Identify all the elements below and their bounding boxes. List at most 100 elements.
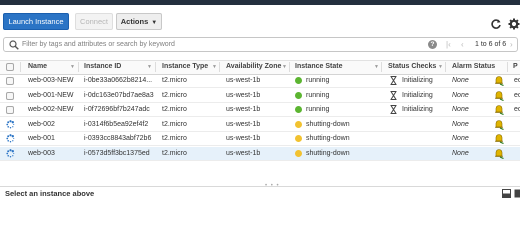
first-page-icon[interactable]: |‹ xyxy=(446,40,451,50)
column-header-instance-id[interactable]: Instance ID xyxy=(84,63,121,70)
loading-spinner-icon xyxy=(6,149,15,158)
split-panel-icon[interactable] xyxy=(502,189,511,198)
table-row[interactable]: web-001-NEW i-0dc163e07bd7ae8a3 t2.micro us… xyxy=(0,89,520,103)
row-checkbox[interactable] xyxy=(6,106,14,115)
search-input[interactable]: Filter by tags and attributes or search … xyxy=(22,41,175,48)
sort-icon[interactable]: ▼ xyxy=(438,64,443,70)
row-checkbox[interactable] xyxy=(6,77,14,85)
actions-button[interactable]: Actions ▼ xyxy=(116,13,162,30)
availability-zone: us-west-1b xyxy=(226,135,261,143)
availability-zone: us-west-1b xyxy=(226,150,261,157)
instance-name: web-002 xyxy=(28,120,55,128)
create-alarm-icon[interactable] xyxy=(494,133,504,145)
sort-icon[interactable]: ▼ xyxy=(282,64,287,70)
hourglass-icon xyxy=(390,105,397,115)
instance-type: t2.micro xyxy=(162,77,187,84)
state-indicator-icon xyxy=(295,77,302,84)
connect-button[interactable]: Connect xyxy=(75,13,113,30)
table-row[interactable]: web-002 i-0314f6b5ea92ef4f2 t2.micro us-wes… xyxy=(0,118,520,132)
column-header-name[interactable]: Name xyxy=(28,63,47,70)
pagination-text: 1 to 6 of 6 xyxy=(475,41,507,48)
refresh-icon[interactable] xyxy=(490,18,502,30)
status-checks-text: Initializing xyxy=(402,91,433,99)
instance-type: t2.micro xyxy=(162,106,187,114)
instance-id: i-0f72696bf7b247adc xyxy=(84,106,150,114)
instance-state: shutting-down xyxy=(306,135,350,143)
help-icon[interactable]: ? xyxy=(428,40,437,49)
column-header-instance-type[interactable]: Instance Type xyxy=(162,63,208,70)
sort-icon[interactable]: ▼ xyxy=(374,64,379,70)
state-indicator-icon xyxy=(295,106,302,114)
instance-name: web-001 xyxy=(28,135,55,143)
toolbar: Launch Instance Connect Actions ▼ xyxy=(0,5,520,34)
alarm-status: None xyxy=(452,150,469,157)
column-divider xyxy=(219,62,220,72)
instance-state: running xyxy=(306,106,330,114)
public-dns: ec xyxy=(514,77,520,84)
hourglass-icon xyxy=(390,76,397,85)
column-header-alarm-status[interactable]: Alarm Status xyxy=(452,63,495,70)
sort-icon[interactable]: ▼ xyxy=(212,64,217,70)
loading-spinner-icon xyxy=(6,134,15,143)
instance-name: web-003-NEW xyxy=(28,77,74,84)
sort-icon[interactable]: ▼ xyxy=(147,64,152,70)
column-header-status-checks[interactable]: Status Checks xyxy=(388,63,436,70)
state-indicator-icon xyxy=(295,91,302,99)
table-row[interactable]: web-002-NEW i-0f72696bf7b247adc t2.micro us… xyxy=(0,103,520,118)
column-divider xyxy=(445,62,446,72)
alarm-status: None xyxy=(452,91,469,99)
availability-zone: us-west-1b xyxy=(226,77,261,84)
instance-state: shutting-down xyxy=(306,120,350,128)
instance-id: i-0393cc8843abf72b6 xyxy=(84,135,152,143)
public-dns: ec xyxy=(514,106,520,114)
status-checks-text: Initializing xyxy=(402,77,433,84)
maximize-panel-icon[interactable] xyxy=(514,189,520,198)
instance-state: running xyxy=(306,77,330,84)
select-all-checkbox[interactable] xyxy=(6,63,14,71)
state-indicator-icon xyxy=(295,120,302,128)
alarm-status: None xyxy=(452,106,469,114)
row-checkbox[interactable] xyxy=(6,91,14,100)
launch-instance-button[interactable]: Launch Instance xyxy=(3,13,69,30)
column-header-public-dns[interactable]: P xyxy=(513,63,518,70)
create-alarm-icon[interactable] xyxy=(494,104,504,116)
panel-divider xyxy=(0,186,520,187)
column-divider xyxy=(155,62,156,72)
create-alarm-icon[interactable] xyxy=(494,148,504,159)
loading-spinner-icon xyxy=(6,119,15,129)
actions-label: Actions xyxy=(120,17,149,26)
instance-id: i-0be33a0662b8214... xyxy=(84,77,153,84)
detail-panel-message: Select an instance above xyxy=(5,189,95,198)
column-divider xyxy=(381,62,382,72)
create-alarm-icon[interactable] xyxy=(494,90,504,101)
availability-zone: us-west-1b xyxy=(226,91,261,99)
sort-icon[interactable]: ▼ xyxy=(70,64,75,70)
instance-name: web-003 xyxy=(28,150,55,157)
column-divider xyxy=(289,62,290,72)
filter-bar[interactable]: Filter by tags and attributes or search … xyxy=(3,37,518,52)
state-indicator-icon xyxy=(295,150,302,157)
column-header-availability-zone[interactable]: Availability Zone xyxy=(226,63,281,70)
table-row[interactable]: web-001 i-0393cc8843abf72b6 t2.micro us-wes… xyxy=(0,132,520,147)
create-alarm-icon[interactable] xyxy=(494,119,504,130)
previous-page-icon[interactable]: ‹ xyxy=(461,40,464,50)
status-checks-text: Initializing xyxy=(402,106,433,114)
state-indicator-icon xyxy=(295,135,302,143)
availability-zone: us-west-1b xyxy=(226,106,261,114)
search-icon xyxy=(9,40,19,50)
instance-type: t2.micro xyxy=(162,135,187,143)
table-row[interactable]: web-003-NEW i-0be33a0662b8214... t2.micro u… xyxy=(0,74,520,88)
instance-state: running xyxy=(306,91,330,99)
instance-name: web-001-NEW xyxy=(28,91,74,99)
public-dns: ec xyxy=(514,91,520,99)
gear-icon[interactable] xyxy=(508,18,520,30)
create-alarm-icon[interactable] xyxy=(494,75,504,86)
next-page-icon[interactable]: › xyxy=(510,40,513,50)
table-header: Name ▼ Instance ID ▼ Instance Type ▼ Ava… xyxy=(0,60,520,75)
table-row[interactable]: web-003 i-0573d5ff3bc1375ed t2.micro us-wes… xyxy=(0,147,520,161)
column-divider xyxy=(507,62,508,72)
column-header-instance-state[interactable]: Instance State xyxy=(295,63,342,70)
instance-name: web-002-NEW xyxy=(28,106,74,114)
column-divider xyxy=(20,62,21,72)
instance-id: i-0dc163e07bd7ae8a3 xyxy=(84,91,154,99)
